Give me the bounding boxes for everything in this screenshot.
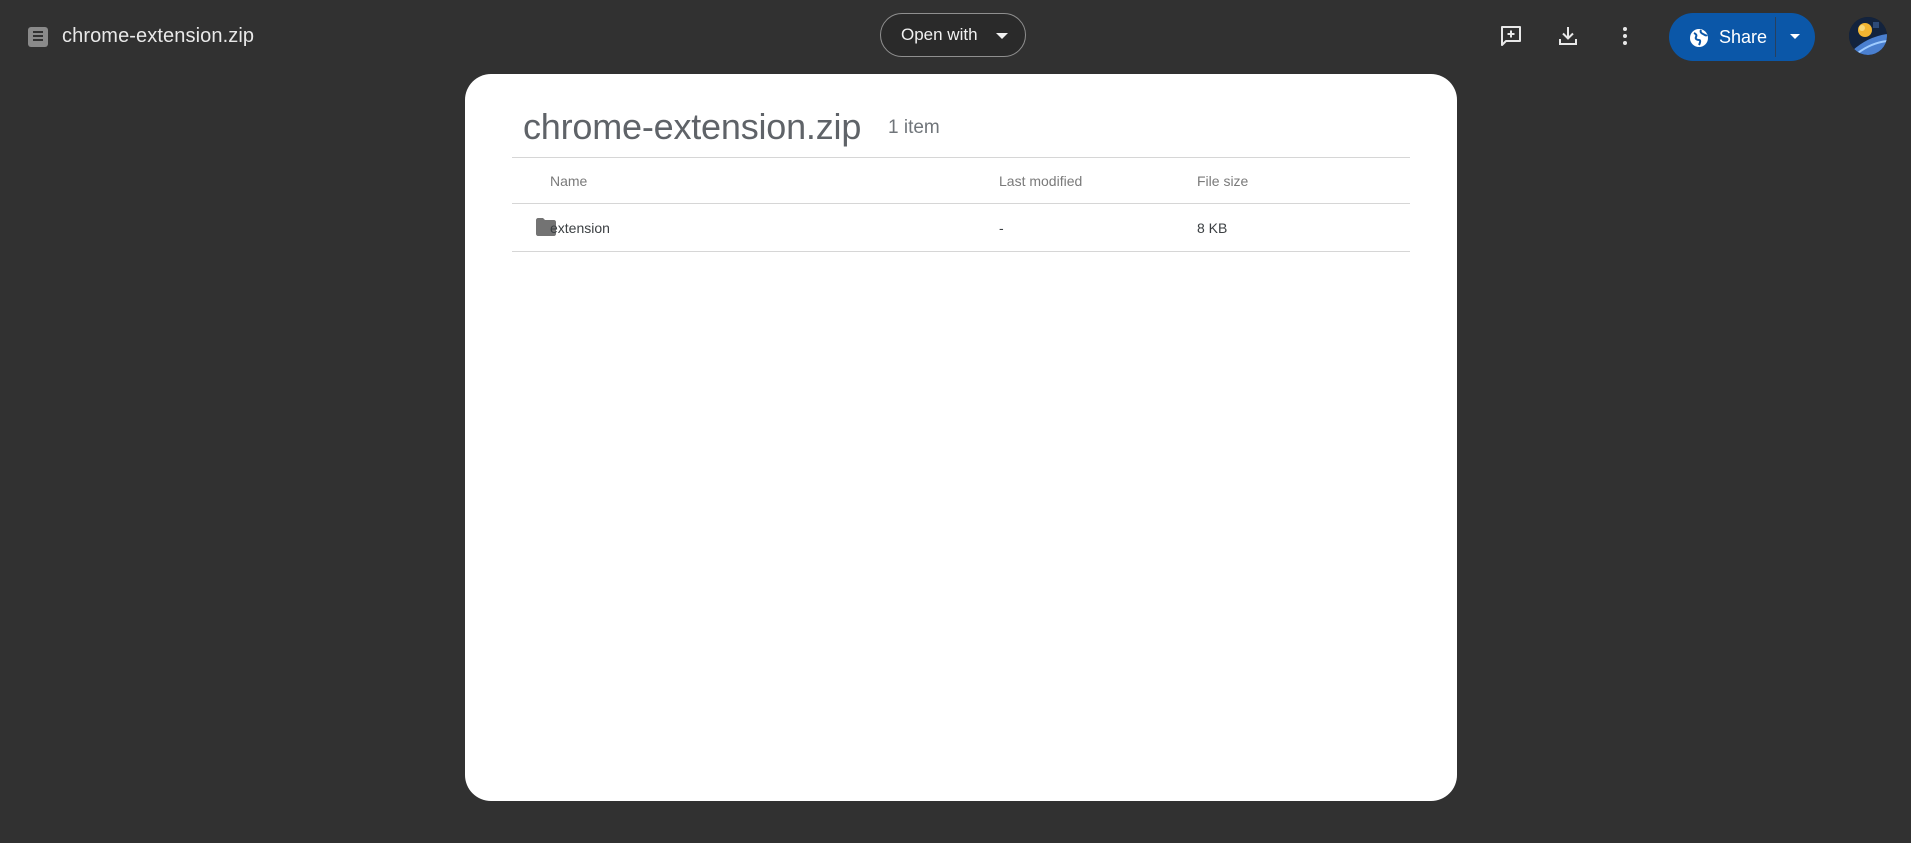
archive-file-icon [26,25,50,49]
column-header-last-modified: Last modified [999,173,1083,189]
share-options-button[interactable] [1776,13,1815,61]
download-button[interactable] [1548,16,1588,56]
row-name: extension [550,220,610,236]
archive-preview-card: chrome-extension.zip 1 item Name Last mo… [465,74,1457,801]
share-button[interactable]: Share [1669,13,1775,61]
chevron-down-icon [1790,34,1800,39]
more-options-button[interactable] [1605,16,1645,56]
archive-title: chrome-extension.zip [523,106,862,147]
avatar[interactable] [1849,17,1887,55]
file-title: chrome-extension.zip [62,25,255,47]
table-header: Name Last modified File size [512,158,1410,203]
column-header-file-size: File size [1197,173,1249,189]
chevron-down-icon [996,33,1008,39]
share-button-group: Share [1669,13,1815,61]
column-header-name: Name [550,173,588,189]
table-divider [512,251,1410,252]
open-with-label: Open with [901,25,978,44]
top-bar: chrome-extension.zip Open with Share [0,0,1911,72]
open-with-button[interactable]: Open with [880,13,1026,57]
archive-contents-table: Name Last modified File size extension -… [512,157,1410,252]
share-label: Share [1719,27,1768,47]
table-row[interactable]: extension - 8 KB [512,204,1410,251]
item-count: 1 item [888,117,940,138]
add-comment-button[interactable] [1491,16,1531,56]
row-last-modified: - [999,220,1004,236]
row-file-size: 8 KB [1197,220,1228,236]
